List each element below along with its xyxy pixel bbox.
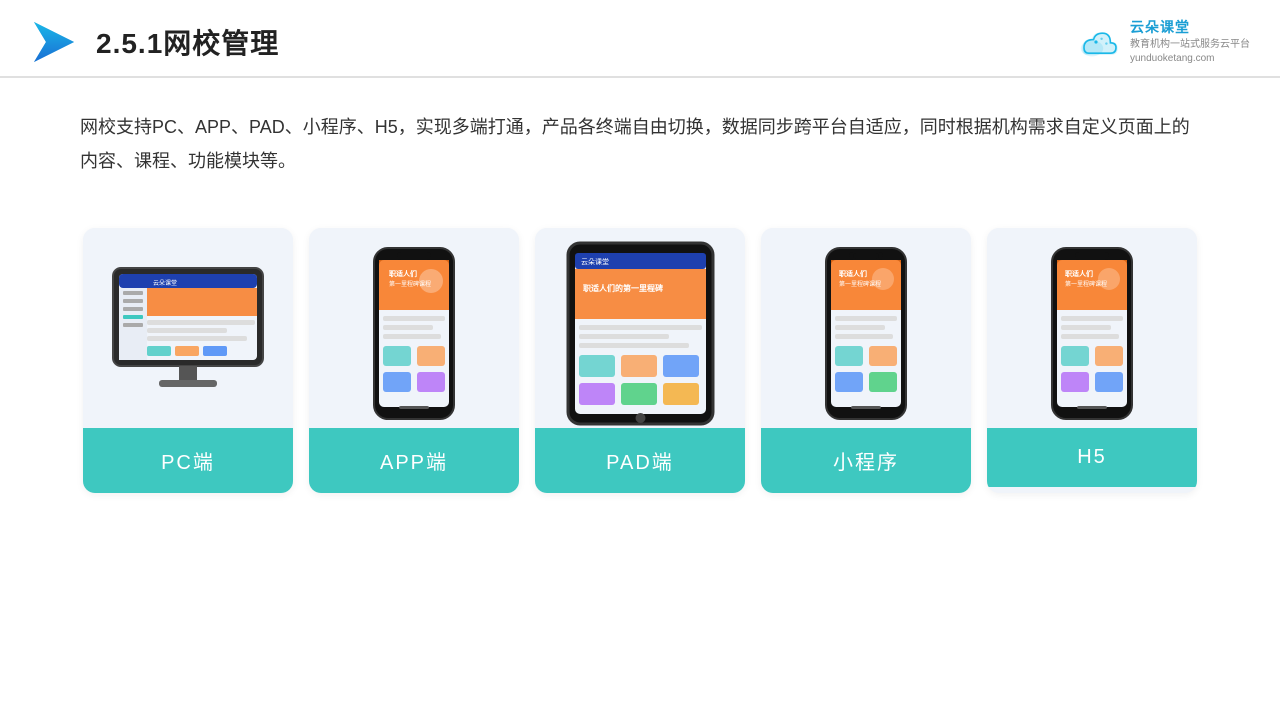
h5-card: 职适人们 第一里程碑课程 H5 bbox=[987, 228, 1197, 493]
pad-card: 云朵课堂 职适人们的第一里程碑 PAD端 bbox=[535, 228, 745, 493]
header: 2.5.1网校管理 云朵课堂 教育机构一站式服务云平台 yunduoketang… bbox=[0, 0, 1280, 78]
svg-text:职适人们: 职适人们 bbox=[1065, 269, 1093, 278]
description-text: 网校支持PC、APP、PAD、小程序、H5，实现多端打通，产品各终端自由切换，数… bbox=[0, 78, 1280, 188]
pad-label: PAD端 bbox=[535, 428, 745, 493]
app-mockup-svg: 职适人们 第一里程碑课程 bbox=[369, 246, 459, 421]
svg-text:职适人们: 职适人们 bbox=[839, 269, 867, 278]
miniprogram-mockup-svg: 职适人们 第一里程碑课程 bbox=[821, 246, 911, 421]
pc-card: 云朵课堂 PC端 bbox=[83, 228, 293, 493]
brand-logo: 云朵课堂 教育机构一站式服务云平台 yunduoketang.com bbox=[1076, 18, 1250, 66]
pc-image-area: 云朵课堂 bbox=[83, 228, 293, 428]
header-right: 云朵课堂 教育机构一站式服务云平台 yunduoketang.com bbox=[1076, 18, 1250, 66]
pad-image-area: 云朵课堂 职适人们的第一里程碑 bbox=[535, 228, 745, 428]
app-card: 职适人们 第一里程碑课程 APP端 bbox=[309, 228, 519, 493]
brand-name: 云朵课堂 bbox=[1130, 18, 1250, 38]
pc-label: PC端 bbox=[83, 428, 293, 493]
h5-image-area: 职适人们 第一里程碑课程 bbox=[987, 228, 1197, 428]
pad-mockup-svg: 云朵课堂 职适人们的第一里程碑 bbox=[563, 241, 718, 426]
brand-tagline: 教育机构一站式服务云平台 bbox=[1130, 38, 1250, 52]
h5-mockup-svg: 职适人们 第一里程碑课程 bbox=[1047, 246, 1137, 421]
svg-text:职适人们的第一里程碑: 职适人们的第一里程碑 bbox=[583, 283, 663, 293]
page-title: 2.5.1网校管理 bbox=[96, 22, 279, 62]
cards-container: 云朵课堂 PC端 bbox=[0, 198, 1280, 523]
svg-text:职适人们: 职适人们 bbox=[389, 269, 417, 278]
h5-label: H5 bbox=[987, 428, 1197, 487]
pc-mockup-svg: 云朵课堂 bbox=[103, 263, 273, 403]
cloud-icon bbox=[1076, 26, 1124, 58]
app-label: APP端 bbox=[309, 428, 519, 493]
miniprogram-label: 小程序 bbox=[761, 428, 971, 493]
svg-text:云朵课堂: 云朵课堂 bbox=[581, 257, 609, 266]
svg-text:云朵课堂: 云朵课堂 bbox=[153, 279, 177, 287]
miniprogram-card: 职适人们 第一里程碑课程 小程序 bbox=[761, 228, 971, 493]
header-left: 2.5.1网校管理 bbox=[30, 18, 279, 66]
brand-url: yunduoketang.com bbox=[1130, 52, 1250, 66]
app-image-area: 职适人们 第一里程碑课程 bbox=[309, 228, 519, 428]
logo-arrow-icon bbox=[30, 18, 78, 66]
miniprogram-image-area: 职适人们 第一里程碑课程 bbox=[761, 228, 971, 428]
brand-text-block: 云朵课堂 教育机构一站式服务云平台 yunduoketang.com bbox=[1130, 18, 1250, 66]
